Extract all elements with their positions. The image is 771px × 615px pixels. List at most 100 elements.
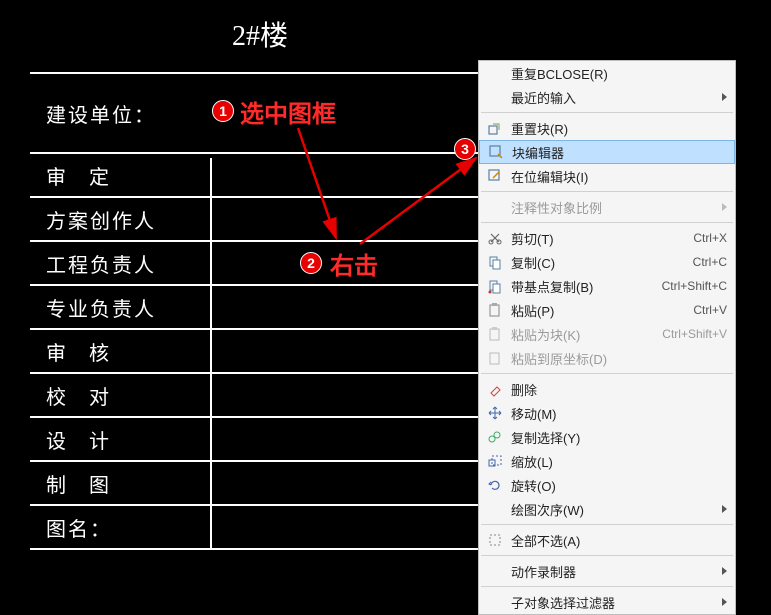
ctx-item-rotate[interactable]: 旋转(O): [479, 473, 735, 497]
table-row: 审 定: [30, 154, 490, 198]
ctx-label: 带基点复制(B): [511, 277, 654, 296]
ctx-label: 粘贴为块(K): [511, 325, 654, 344]
ctx-label: 全部不选(A): [511, 531, 727, 550]
drawing-title: 2#楼: [30, 0, 490, 74]
cad-canvas[interactable]: 2#楼 建设单位： 审 定 方案创作人 工程负责人 专业负责人 审 核 校 对 …: [0, 0, 771, 579]
separator: [481, 191, 733, 192]
cut-icon: [485, 228, 505, 248]
erase-icon: [485, 379, 505, 399]
ctx-item-subobj-filter[interactable]: 子对象选择过滤器: [479, 590, 735, 614]
ctx-item-edit-inplace[interactable]: 在位编辑块(I): [479, 164, 735, 188]
ctx-label: 粘贴(P): [511, 301, 685, 320]
paste-coord-icon: [485, 348, 505, 368]
table-row: 工程负责人: [30, 242, 490, 286]
ctx-item-erase[interactable]: 删除: [479, 377, 735, 401]
ctx-label: 块编辑器: [512, 143, 726, 162]
ctx-item-deselect-all[interactable]: 全部不选(A): [479, 528, 735, 552]
scale-icon: [485, 451, 505, 471]
ctx-item-block-editor[interactable]: 块编辑器: [479, 140, 735, 164]
ctx-item-copy-base[interactable]: 带基点复制(B) Ctrl+Shift+C: [479, 274, 735, 298]
ctx-label: 旋转(O): [511, 476, 727, 495]
separator: [481, 222, 733, 223]
ctx-item-draw-order[interactable]: 绘图次序(W): [479, 497, 735, 521]
block-editor-icon: [486, 142, 506, 162]
row-label: 专业负责人: [30, 293, 156, 322]
separator: [481, 555, 733, 556]
ctx-item-paste-coord: 粘贴到原坐标(D): [479, 346, 735, 370]
table-row: 设 计: [30, 418, 490, 462]
step-text-1: 选中图框: [240, 94, 336, 129]
chevron-right-icon: [722, 567, 727, 575]
shortcut: Ctrl+X: [693, 231, 727, 245]
rotate-icon: [485, 475, 505, 495]
edit-inplace-icon: [485, 166, 505, 186]
ctx-label: 粘贴到原坐标(D): [511, 349, 727, 368]
step-badge-1: 1: [212, 100, 234, 122]
chevron-right-icon: [722, 505, 727, 513]
table-row: 制 图: [30, 462, 490, 506]
chevron-right-icon: [722, 93, 727, 101]
ctx-label: 最近的输入: [511, 88, 716, 107]
shortcut: Ctrl+Shift+V: [662, 327, 727, 341]
ctx-label: 在位编辑块(I): [511, 167, 727, 186]
row-label: 图名：: [30, 513, 112, 542]
table-row: 审 核: [30, 330, 490, 374]
ctx-label: 重置块(R): [511, 119, 727, 138]
table-row: 专业负责人: [30, 286, 490, 330]
ctx-item-move[interactable]: 移动(M): [479, 401, 735, 425]
separator: [481, 112, 733, 113]
row-label: 审 核: [30, 337, 111, 366]
blank-icon: [485, 592, 505, 612]
row-label: 方案创作人: [30, 205, 156, 234]
ctx-item-scale[interactable]: 缩放(L): [479, 449, 735, 473]
separator: [481, 524, 733, 525]
title-block[interactable]: 2#楼 建设单位： 审 定 方案创作人 工程负责人 专业负责人 审 核 校 对 …: [30, 0, 490, 550]
paste-block-icon: [485, 324, 505, 344]
ctx-item-cut[interactable]: 剪切(T) Ctrl+X: [479, 226, 735, 250]
shortcut: Ctrl+V: [693, 303, 727, 317]
blank-icon: [485, 87, 505, 107]
ctx-label: 剪切(T): [511, 229, 685, 248]
row-label: 校 对: [30, 381, 111, 410]
ctx-item-recent-input[interactable]: 最近的输入: [479, 85, 735, 109]
ctx-item-copy-sel[interactable]: 复制选择(Y): [479, 425, 735, 449]
row-label: 审 定: [30, 161, 111, 190]
copy-icon: [485, 252, 505, 272]
row-label: 工程负责人: [30, 249, 156, 278]
copy-sel-icon: [485, 427, 505, 447]
badge-num: 2: [307, 255, 315, 271]
ctx-item-repeat[interactable]: 重复BCLOSE(R): [479, 61, 735, 85]
ctx-label: 绘图次序(W): [511, 500, 716, 519]
ctx-item-paste-block: 粘贴为块(K) Ctrl+Shift+V: [479, 322, 735, 346]
ctx-label: 复制(C): [511, 253, 685, 272]
ctx-item-copy[interactable]: 复制(C) Ctrl+C: [479, 250, 735, 274]
blank-icon: [485, 63, 505, 83]
separator: [481, 373, 733, 374]
ctx-label: 复制选择(Y): [511, 428, 727, 447]
separator: [481, 586, 733, 587]
paste-icon: [485, 300, 505, 320]
badge-num: 1: [219, 103, 227, 119]
ctx-item-anno-scale: 注释性对象比例: [479, 195, 735, 219]
badge-num: 3: [461, 141, 469, 157]
blank-icon: [485, 197, 505, 217]
step-badge-3: 3: [454, 138, 476, 160]
ctx-label: 动作录制器: [511, 562, 716, 581]
table-vline: [210, 158, 212, 550]
table-row: 校 对: [30, 374, 490, 418]
step-text-2: 右击: [330, 246, 378, 281]
ctx-item-reset-block[interactable]: 重置块(R): [479, 116, 735, 140]
row-label: 设 计: [30, 425, 111, 454]
ctx-label: 重复BCLOSE(R): [511, 64, 727, 83]
ctx-label: 删除: [511, 380, 727, 399]
chevron-right-icon: [722, 598, 727, 606]
move-icon: [485, 403, 505, 423]
ctx-item-paste[interactable]: 粘贴(P) Ctrl+V: [479, 298, 735, 322]
copy-base-icon: [485, 276, 505, 296]
table-row: 方案创作人: [30, 198, 490, 242]
ctx-item-action-recorder[interactable]: 动作录制器: [479, 559, 735, 583]
shortcut: Ctrl+C: [693, 255, 727, 269]
deselect-icon: [485, 530, 505, 550]
chevron-right-icon: [722, 203, 727, 211]
context-menu: 重复BCLOSE(R) 最近的输入 重置块(R) 块编辑器 在位编辑块(I) 注…: [478, 60, 736, 615]
